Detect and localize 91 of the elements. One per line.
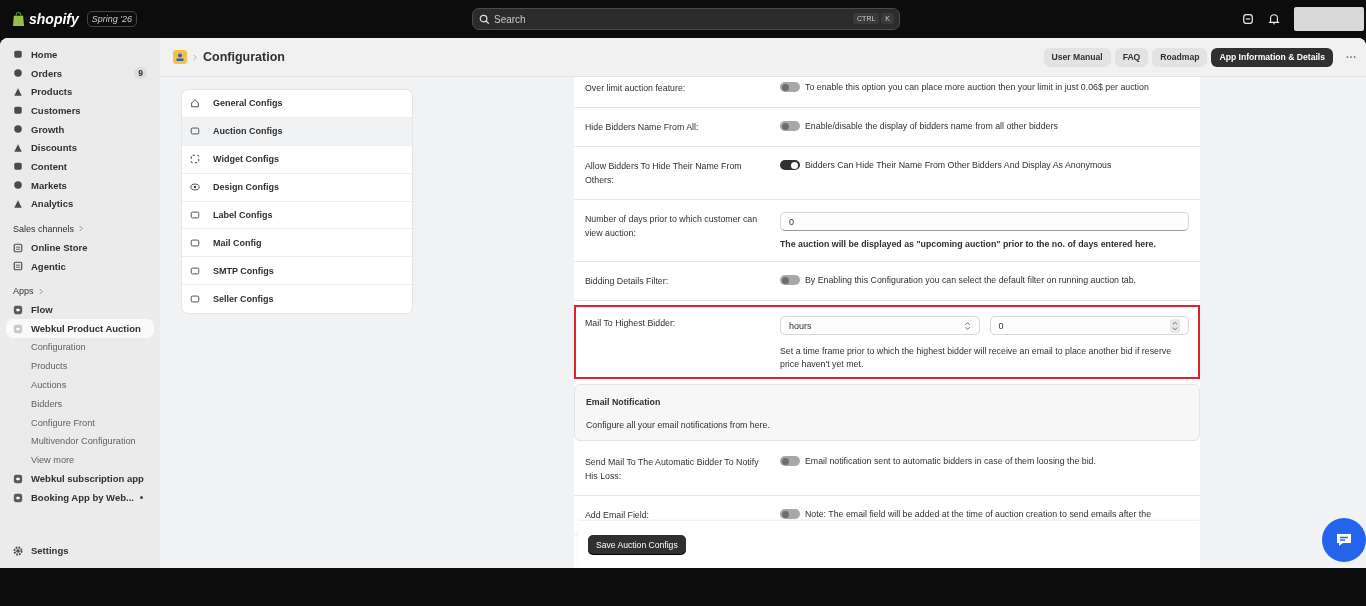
chat-icon <box>1335 532 1353 548</box>
toggle-switch[interactable] <box>780 121 800 131</box>
setting-description: Enable/disable the display of bidders name from all other bidders <box>805 120 1058 132</box>
toggle-switch[interactable] <box>780 275 800 285</box>
sidebar-item[interactable]: Online Store <box>6 238 154 257</box>
more-icon[interactable] <box>1346 55 1356 59</box>
config-menu-item[interactable]: General Configs <box>182 90 412 118</box>
app-icon <box>13 492 23 503</box>
section-heading[interactable]: Apps <box>13 286 34 297</box>
settings-icon <box>13 545 23 556</box>
config-menu-item[interactable]: Design Configs <box>182 173 412 202</box>
setting-label: Allow Bidders To Hide Their Name From Others: <box>585 160 743 187</box>
setting-description: Set a time frame prior to which the highest bidder will receive an email to place another bid if reserve price haven't yet met. <box>780 345 1173 371</box>
number-field[interactable]: 0 <box>989 316 1189 335</box>
sidebar-item[interactable]: Content <box>6 157 154 176</box>
sidebar-item[interactable]: Webkul subscription app <box>6 469 154 489</box>
header-button[interactable]: Roadmap <box>1152 47 1208 67</box>
brand-name: shopify <box>29 11 79 27</box>
sidebar-subitem[interactable]: View more <box>6 450 75 470</box>
toggle-switch[interactable] <box>780 509 800 519</box>
setting-description: Note: The email field will be added at the time of auction creation to send emails after the <box>805 508 1152 520</box>
config-menu-item[interactable]: Seller Configs <box>182 285 412 314</box>
app-icon <box>13 473 23 484</box>
toggle-switch[interactable] <box>780 456 800 466</box>
section-description: Configure all your email notifications from here. <box>586 420 771 430</box>
edition-badge: Spring '26 <box>86 11 138 27</box>
app-icon <box>13 304 23 315</box>
bell-icon[interactable] <box>1268 13 1280 25</box>
setting-description: Email notification sent to automatic bidders in case of them loosing the bid. <box>805 455 1096 467</box>
section-title: Email Notification <box>586 397 662 407</box>
sidebar-item[interactable]: Booking App by Web... <box>6 488 154 507</box>
config-menu-item[interactable]: Mail Config <box>182 229 412 258</box>
config-menu-item[interactable]: Widget Configs <box>182 145 412 174</box>
sidebar-subitem[interactable]: Bidders <box>6 394 63 414</box>
section-heading[interactable]: Sales channels <box>13 223 75 234</box>
setting-label: Mail To Highest Bidder: <box>585 317 677 330</box>
app-logo-icon <box>173 50 187 64</box>
sidebar-item[interactable]: Home <box>6 45 154 64</box>
app-icon <box>13 323 23 334</box>
unit-select[interactable]: hours <box>780 316 980 335</box>
sidebar-item[interactable]: Orders 9 <box>6 63 154 83</box>
sidebar-item[interactable]: Flow <box>6 300 154 320</box>
setting-description: Bidders Can Hide Their Name From Other Bidders And Display As Anonymous <box>805 159 1112 171</box>
sidebar-item[interactable]: Products <box>6 82 154 102</box>
toggle-switch[interactable] <box>780 160 800 170</box>
storefront-icon <box>13 242 23 253</box>
sidebar-subitem[interactable]: Multivendor Configuration <box>6 431 136 451</box>
search-icon <box>479 13 490 25</box>
setting-label: Add Email Field: <box>585 509 651 522</box>
config-menu-item[interactable]: SMTP Configs <box>182 257 412 286</box>
setting-description: To enable this option you can place more auction then your limit in just 0.06$ per auction <box>805 81 1149 93</box>
sidebar-subitem[interactable]: Auctions <box>6 375 67 395</box>
sidebar-item[interactable]: Customers <box>6 101 154 120</box>
config-menu-item[interactable]: Auction Configs <box>182 117 412 146</box>
count-badge: 9 <box>134 67 147 80</box>
dashed-square-icon <box>190 154 200 165</box>
setting-label: Bidding Details Filter: <box>585 275 670 288</box>
shopping-bag-icon <box>12 11 25 27</box>
header-button[interactable]: FAQ <box>1114 47 1149 67</box>
header-button[interactable]: User Manual <box>1043 47 1111 67</box>
setting-note: The auction will be displayed as "upcoming auction" prior to the no. of days entered here. <box>780 239 1157 249</box>
updown-chevron-icon <box>963 320 971 331</box>
header-button[interactable]: App Information & Details <box>1211 47 1333 67</box>
sidebar-item[interactable]: Webkul Product Auction <box>6 319 154 338</box>
chevron-right-icon <box>79 225 84 233</box>
setting-label: Hide Bidders Name From All: <box>585 121 700 134</box>
eye-icon <box>190 182 200 193</box>
storefront-icon <box>13 261 23 272</box>
sidebar-item[interactable]: Growth <box>6 119 154 139</box>
chevron-right-icon <box>38 287 43 295</box>
sidebar-subitem[interactable]: Configuration <box>6 337 86 357</box>
sidebar-item[interactable]: Markets <box>6 175 154 195</box>
config-menu-item[interactable]: Label Configs <box>182 201 412 230</box>
toggle-switch[interactable] <box>780 82 800 92</box>
settings-item[interactable]: Settings <box>6 541 154 560</box>
page-title: Configuration <box>203 50 285 64</box>
setting-description: By Enabling this Configuration you can select the default filter on running auction tab. <box>805 274 1137 286</box>
house-icon <box>190 98 200 109</box>
stepper-icon[interactable] <box>1170 318 1180 333</box>
chevron-right-icon <box>193 53 197 61</box>
number-field[interactable]: 0 <box>780 212 1189 231</box>
setting-label: Over limit auction feature: <box>585 82 687 95</box>
chat-button[interactable] <box>1322 518 1366 562</box>
sidebar-item[interactable]: Analytics <box>6 194 154 214</box>
sidebar-item[interactable]: Agentic <box>6 256 154 276</box>
sidebar-item[interactable]: Discounts <box>6 138 154 158</box>
save-button[interactable]: Save Auction Configs <box>588 535 686 554</box>
sidebar-subitem[interactable]: Products <box>6 356 68 376</box>
setting-label: Send Mail To The Automatic Bidder To Notify His Loss: <box>585 456 760 483</box>
sidebar-subitem[interactable]: Configure Front <box>6 413 95 432</box>
setting-label: Number of days prior to which customer can view auction: <box>585 213 759 240</box>
